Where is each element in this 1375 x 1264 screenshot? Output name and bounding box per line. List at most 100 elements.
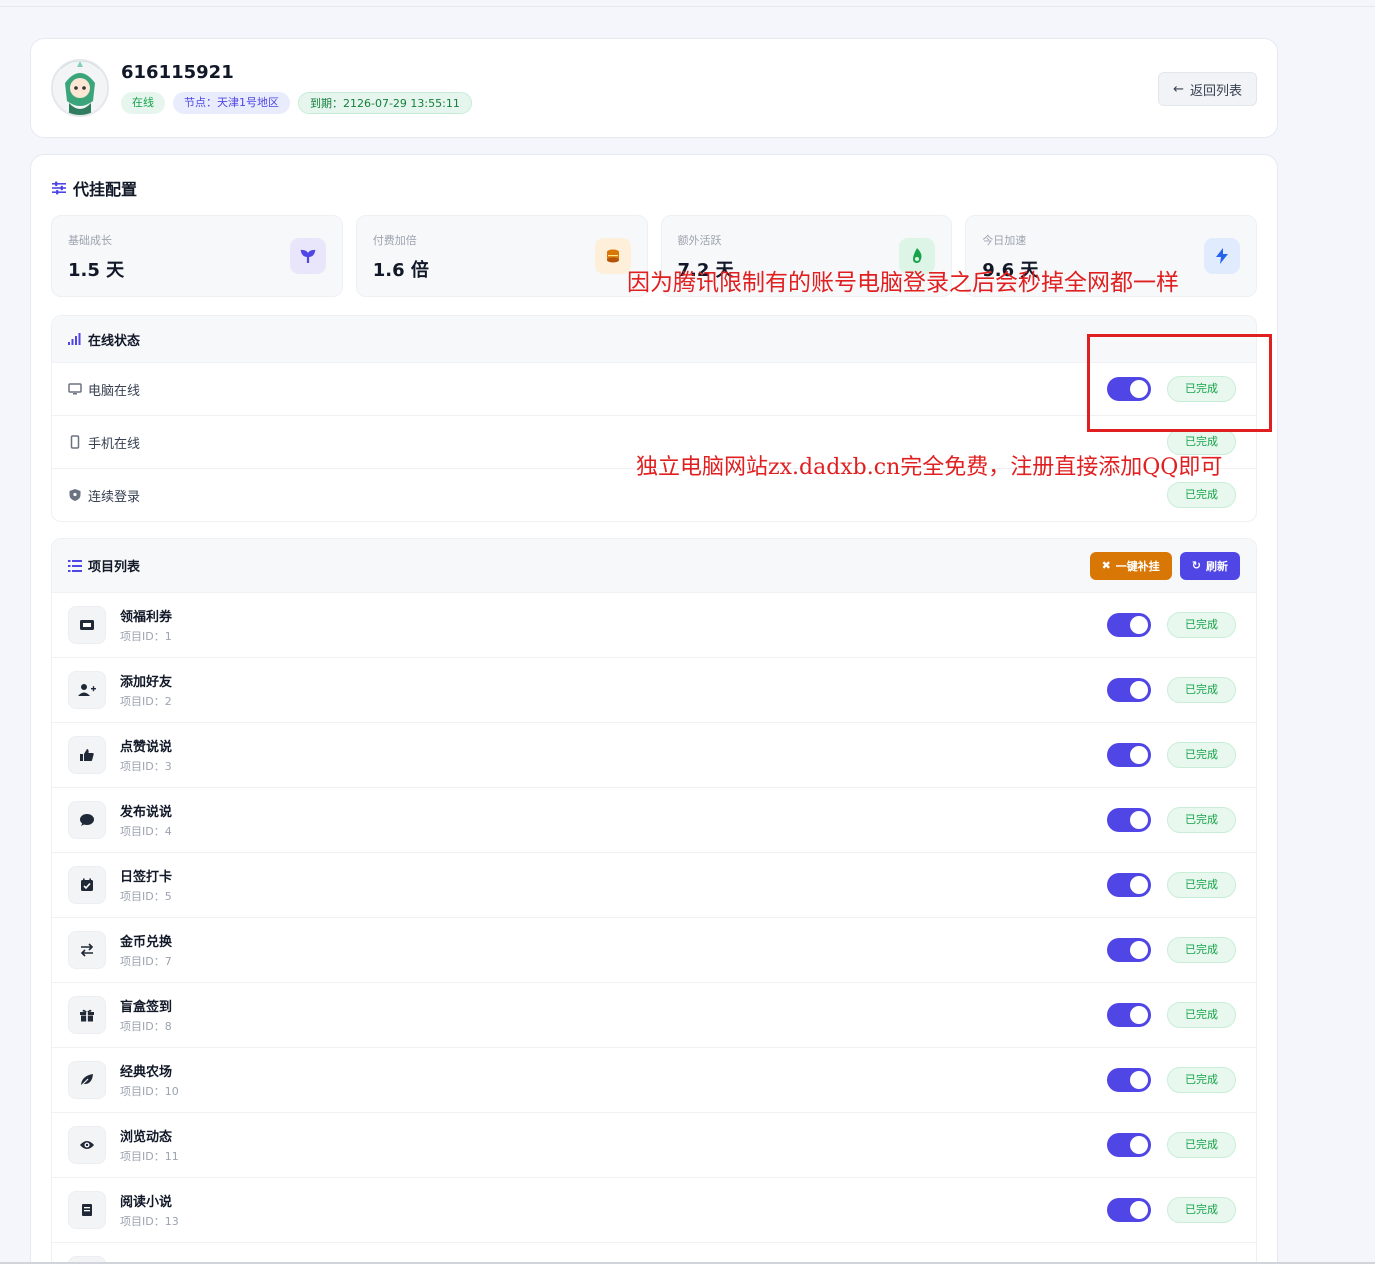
project-name: 阅读小说	[120, 1195, 173, 1210]
project-toggle[interactable]	[1107, 1198, 1151, 1222]
bolt-icon	[1204, 238, 1240, 274]
project-row: 日签打卡 项目ID：5 已完成	[52, 852, 1256, 917]
project-name: 盲盒签到	[120, 1000, 173, 1015]
annotation-top: 因为腾讯限制有的账号电脑登录之后会秒掉全网都一样	[627, 270, 1179, 296]
account-id: 616115921	[121, 62, 234, 83]
config-title-text: 代挂配置	[73, 180, 138, 199]
project-id-value: 3	[164, 760, 172, 773]
status-badge: 已完成	[1167, 937, 1236, 963]
project-row: 阅读小说 项目ID：13 已完成	[52, 1177, 1256, 1242]
status-badge: 已完成	[1167, 1067, 1236, 1093]
project-id: 项目ID：2	[120, 693, 172, 709]
back-label: 返回列表	[1189, 83, 1242, 99]
one-click-fill-button[interactable]: ✖ 一键补挂	[1089, 551, 1172, 580]
tools-icon: ✖	[1101, 559, 1111, 572]
avatar-image	[53, 61, 107, 115]
project-id-value: 10	[164, 1085, 179, 1098]
gift-icon	[68, 996, 106, 1034]
status-badge: 已完成	[1167, 807, 1236, 833]
status-badge: 已完成	[1167, 1132, 1236, 1158]
project-id-prefix: 项目ID：	[120, 955, 165, 968]
project-toggle[interactable]	[1107, 743, 1151, 767]
project-toggle[interactable]	[1107, 938, 1151, 962]
status-badge: 已完成	[1167, 612, 1236, 638]
project-name: 经典农场	[120, 1065, 173, 1080]
project-toggle[interactable]	[1107, 1133, 1151, 1157]
project-rows: 领福利券 项目ID：1 已完成 添加好友 项目ID：2 已完成 点赞说说 项目I…	[52, 592, 1256, 1264]
list-icon	[68, 559, 82, 572]
config-title: 代挂配置	[51, 175, 1257, 201]
expiry-badge: 到期：2126-07-29 13:55:11	[298, 92, 472, 114]
status-badge: 已完成	[1167, 742, 1236, 768]
project-row: 点赞说说 项目ID：3 已完成	[52, 722, 1256, 787]
project-id-prefix: 项目ID：	[120, 760, 165, 773]
project-id: 项目ID：10	[120, 1083, 179, 1099]
status-row-label: 手机在线	[88, 436, 141, 452]
status-row-label: 电脑在线	[88, 383, 141, 399]
project-id: 项目ID：8	[120, 1018, 172, 1034]
project-id-value: 4	[164, 825, 172, 838]
project-toggle[interactable]	[1107, 1003, 1151, 1027]
stat-value: 1.5 天	[68, 260, 125, 281]
project-id-prefix: 项目ID：	[120, 695, 165, 708]
project-id-value: 7	[164, 955, 172, 968]
status-badge: 已完成	[1167, 1197, 1236, 1223]
project-id-prefix: 项目ID：	[120, 825, 165, 838]
project-row: 发布说说 项目ID：4 已完成	[52, 787, 1256, 852]
avatar	[51, 59, 109, 117]
project-toggle[interactable]	[1107, 678, 1151, 702]
refresh-button[interactable]: ↻ 刷新	[1179, 551, 1240, 580]
signal-icon	[68, 333, 81, 345]
top-divider	[0, 6, 1375, 7]
project-id: 项目ID：5	[120, 888, 172, 904]
project-toggle[interactable]	[1107, 808, 1151, 832]
monitor-icon	[68, 383, 82, 395]
project-name: 发布说说	[120, 805, 173, 820]
status-row-label: 连续登录	[88, 489, 141, 505]
project-name: 金币兑换	[120, 935, 173, 950]
online-badge: 在线	[121, 92, 165, 114]
calendar-check-icon	[68, 866, 106, 904]
project-id-prefix: 项目ID：	[120, 1215, 165, 1228]
leaf-icon	[68, 1061, 106, 1099]
project-list-title: 项目列表	[88, 560, 141, 575]
fill-label: 一键补挂	[1115, 559, 1160, 573]
page: 616115921 在线 节点：天津1号地区 到期：2126-07-29 13:…	[30, 38, 1278, 1264]
project-id-value: 8	[164, 1020, 172, 1033]
exchange-icon	[68, 931, 106, 969]
project-id: 项目ID：7	[120, 953, 172, 969]
project-id-value: 1	[164, 630, 172, 643]
sliders-icon	[52, 181, 66, 195]
project-row: 金币兑换 项目ID：7 已完成	[52, 917, 1256, 982]
sprout-icon	[289, 238, 326, 274]
project-toggle[interactable]	[1107, 613, 1151, 637]
shield-icon	[69, 489, 81, 501]
status-badge: 已完成	[1167, 1002, 1236, 1028]
online-status-panel: 在线状态 电脑在线 已完成 手机在线 已完成 连续登录 已完成	[51, 315, 1257, 522]
project-row: 会员签到	[52, 1242, 1256, 1264]
project-toggle[interactable]	[1107, 1068, 1151, 1092]
project-id-value: 5	[164, 890, 172, 903]
project-row: 添加好友 项目ID：2 已完成	[52, 657, 1256, 722]
book-icon	[68, 1191, 106, 1229]
back-to-list-button[interactable]: ← 返回列表	[1158, 72, 1257, 106]
eye-icon	[68, 1126, 106, 1164]
project-id: 项目ID：4	[120, 823, 172, 839]
stat-value: 1.6 倍	[372, 260, 429, 281]
stat-label: 付费加倍	[372, 234, 417, 247]
project-id-prefix: 项目ID：	[120, 1020, 165, 1033]
status-badge: 已完成	[1167, 482, 1236, 508]
project-toggle[interactable]	[1107, 873, 1151, 897]
project-id-prefix: 项目ID：	[120, 890, 165, 903]
refresh-label: 刷新	[1206, 559, 1228, 573]
project-id: 项目ID：3	[120, 758, 172, 774]
project-id-prefix: 项目ID：	[120, 1150, 165, 1163]
coins-icon	[594, 238, 631, 274]
refresh-icon: ↻	[1191, 559, 1201, 572]
project-row: 领福利券 项目ID：1 已完成	[52, 592, 1256, 657]
annotation-red-box	[1087, 334, 1272, 432]
project-id: 项目ID：1	[120, 628, 172, 644]
project-name: 领福利券	[120, 610, 173, 625]
project-name: 点赞说说	[120, 740, 173, 755]
node-badge: 节点：天津1号地区	[173, 92, 290, 114]
